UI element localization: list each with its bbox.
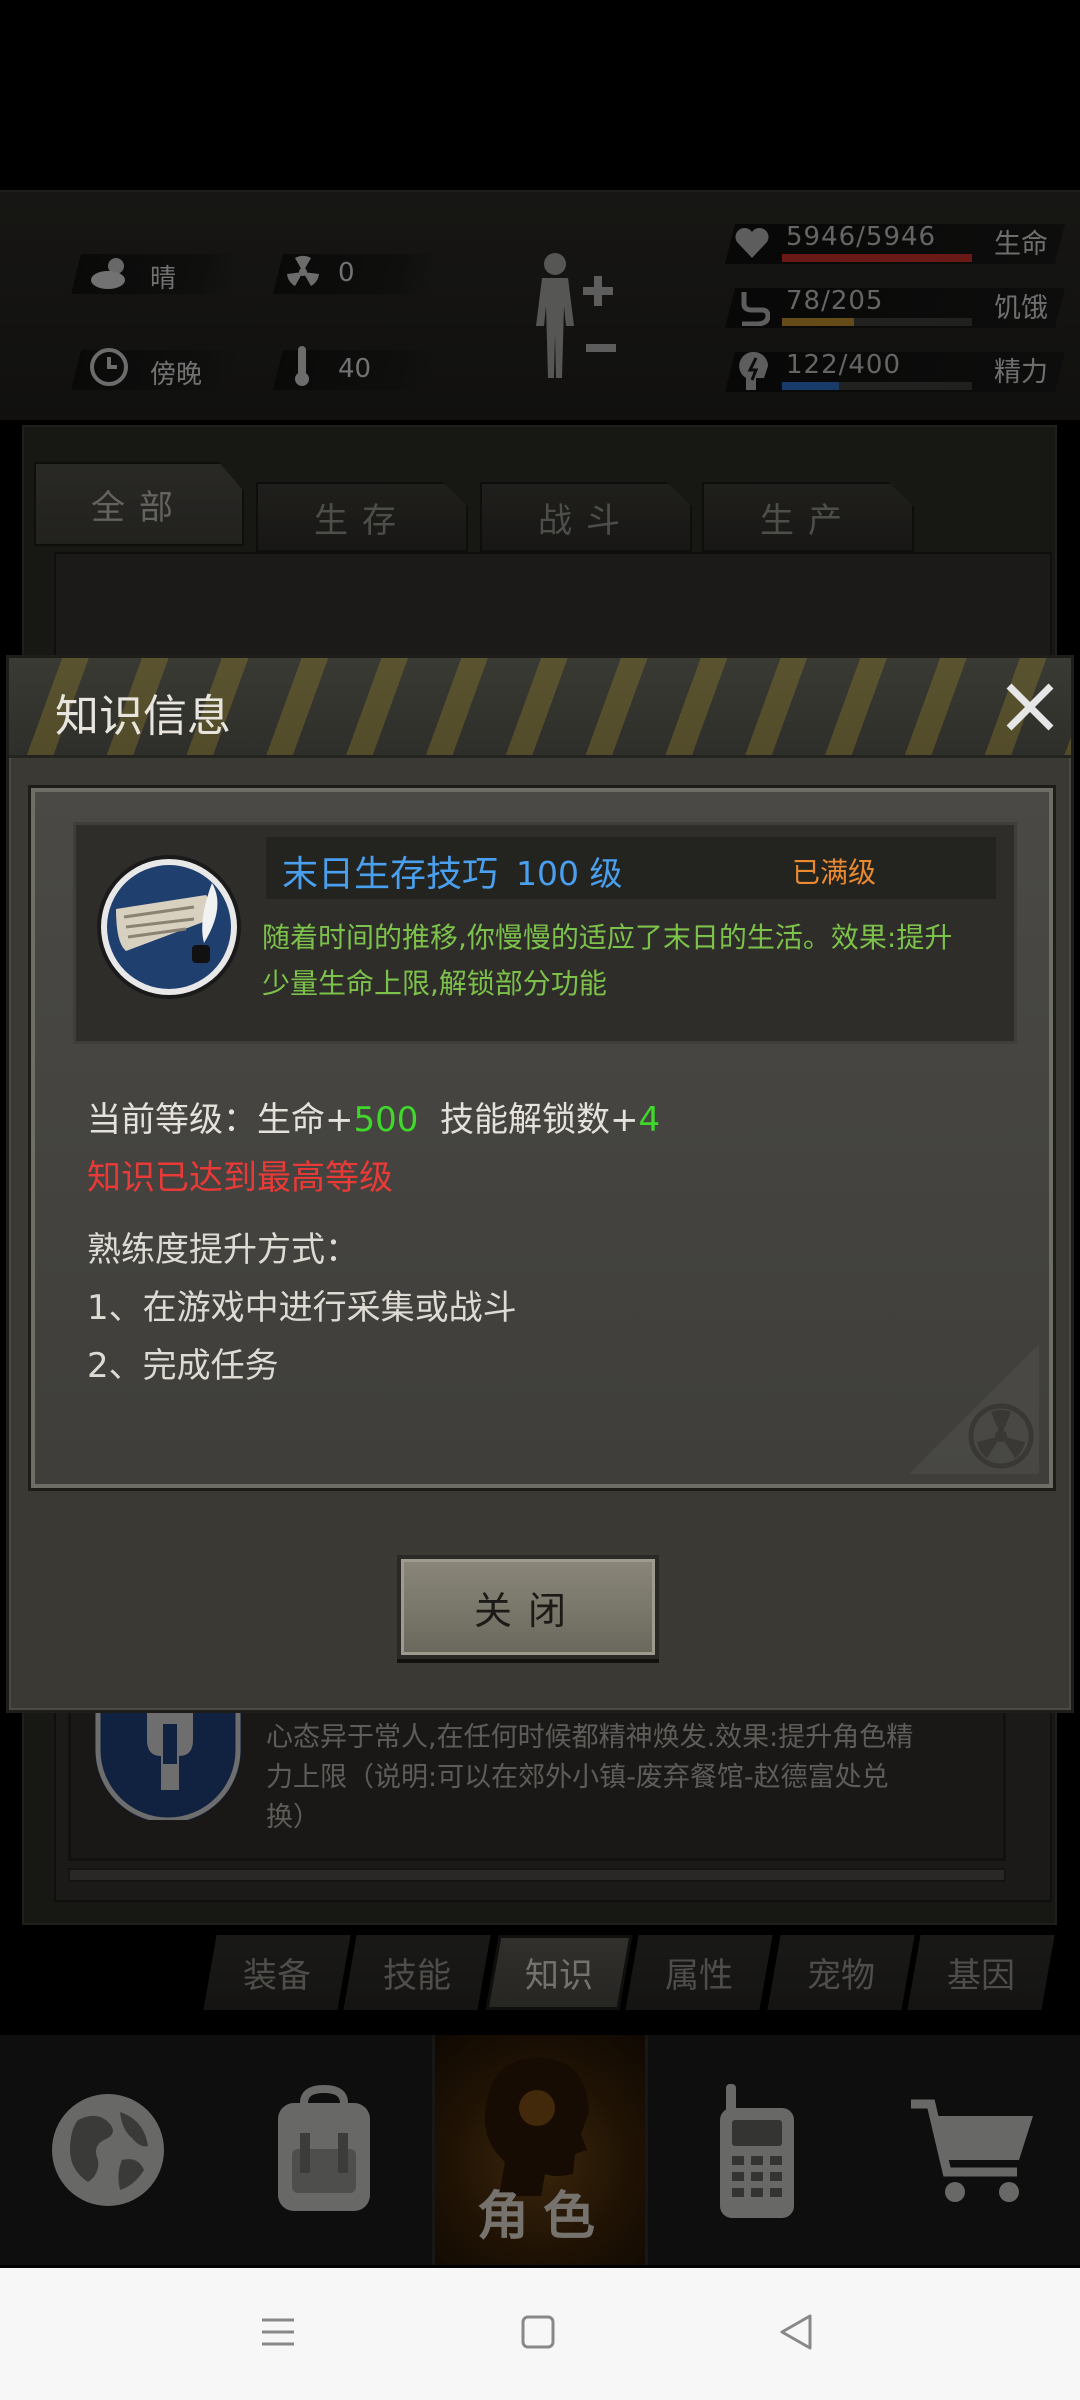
effect-mid: 技能解锁数+ (418, 1100, 639, 1140)
radiation-watermark-icon (909, 1344, 1039, 1474)
skill-name: 末日生存技巧 (282, 854, 499, 895)
effect-unlock-value: 4 (638, 1100, 661, 1140)
close-icon[interactable] (999, 676, 1061, 738)
menu-icon[interactable] (258, 2312, 298, 2352)
scroll-quill-icon (97, 855, 241, 999)
effect-hp-value: 500 (353, 1100, 419, 1140)
max-level-note: 知识已达到最高等级 (87, 1158, 393, 1198)
back-icon[interactable] (776, 2312, 816, 2352)
close-button[interactable]: 关闭 (397, 1555, 659, 1659)
system-navigation-bar (0, 2268, 1080, 2400)
effect-prefix: 当前等级：生命+ (87, 1100, 354, 1140)
proficiency-method-2: 2、完成任务 (87, 1346, 279, 1386)
proficiency-method-1: 1、在游戏中进行采集或战斗 (87, 1288, 517, 1328)
current-effect: 当前等级：生命+500 技能解锁数+4 (87, 1092, 660, 1141)
proficiency-method-title: 熟练度提升方式： (87, 1230, 359, 1270)
knowledge-info-box: 末日生存技巧 100 级 已满级 随着时间的推移,你慢慢的适应了末日的生活。效果… (31, 788, 1053, 1488)
dialog-title: 知识信息 (55, 691, 231, 742)
skill-card: 末日生存技巧 100 级 已满级 随着时间的推移,你慢慢的适应了末日的生活。效果… (73, 822, 1017, 1044)
skill-description: 随着时间的推移,你慢慢的适应了末日的生活。效果:提升少量生命上限,解锁部分功能 (262, 921, 953, 1000)
skill-level: 100 级 (516, 854, 623, 893)
max-level-badge: 已满级 (792, 856, 877, 889)
knowledge-info-dialog: 知识信息 末日生存技巧 100 级 已满级 随着时间的推移,你慢慢的适应了末日的… (6, 655, 1074, 1713)
home-icon[interactable] (518, 2312, 558, 2352)
